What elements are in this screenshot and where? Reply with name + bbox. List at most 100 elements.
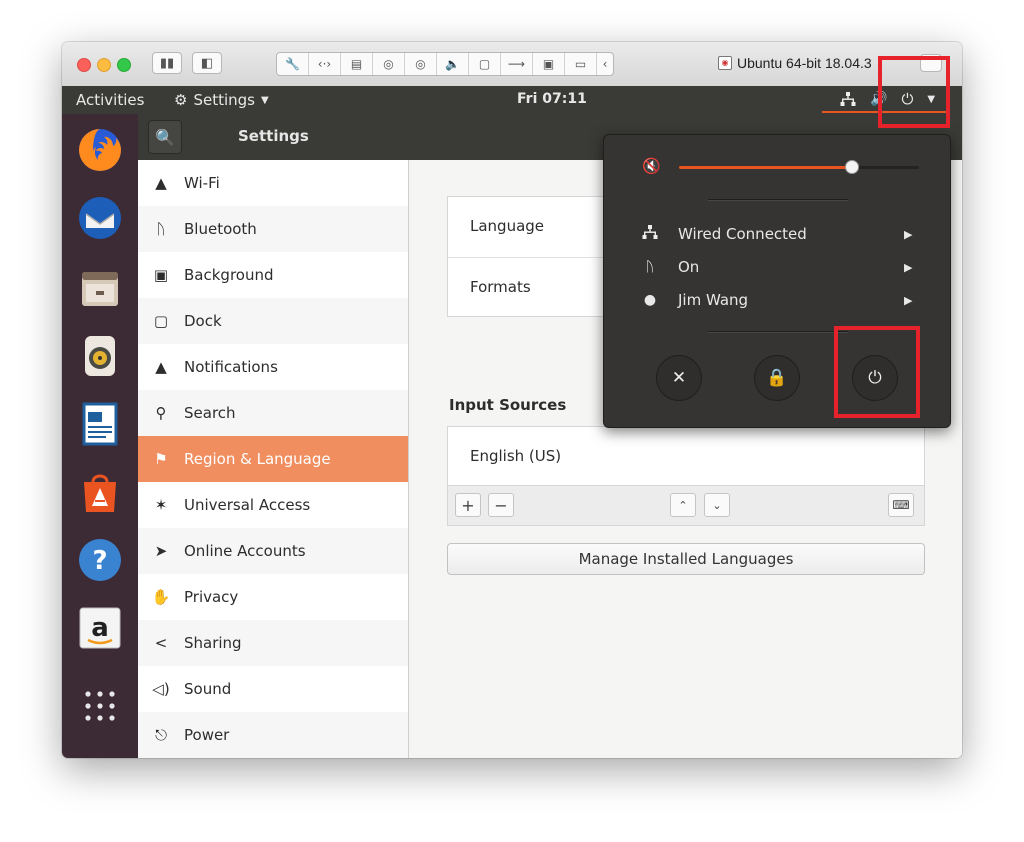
dock: ? a [62,114,138,758]
app-menu[interactable]: ⚙ Settings ▼ [174,91,269,109]
user-item[interactable]: ● Jim Wang ▶ [604,285,950,315]
input-sources-toolbar: + − ⌃ ⌄ ⌨ [447,486,925,526]
vm-window-title: ◉ Ubuntu 64-bit 18.04.3 [718,55,872,71]
settings-title: Settings [238,127,309,145]
caret-down-icon: ▼ [260,94,269,106]
sidebar-item-region-language[interactable]: ⚑ Region & Language [138,436,408,482]
rhythmbox-icon[interactable] [74,330,126,382]
camera-icon[interactable]: ◎ [405,53,437,75]
sidebar-item-notifications[interactable]: ▲ Notifications [138,344,408,390]
wired-connected-label: Wired Connected [678,225,807,243]
sidebar-item-universal-access[interactable]: ✶ Universal Access [138,482,408,528]
bluetooth-item[interactable]: ᚢ On ▶ [604,252,950,282]
svg-text:?: ? [92,546,107,576]
sidebar-item-search[interactable]: ⚲ Search [138,390,408,436]
search-icon: ⚲ [155,404,167,422]
software-center-icon[interactable] [74,466,126,518]
volume-slider-fill [679,166,852,169]
bluetooth-icon: ᚢ [156,220,166,238]
volume-slider-knob[interactable] [844,160,859,174]
formats-label: Formats [470,278,531,296]
remove-input-source-button[interactable]: − [488,493,514,517]
keyboard-layout-button[interactable]: ⌨ [888,493,914,517]
sidebar-item-sound[interactable]: ◁) Sound [138,666,408,712]
back-chevron-icon[interactable]: ‹ [597,53,613,75]
vm-toolbar: 🔧 ‹·› ▤ ◎ ◎ 🔈 ▢ ⟶ ▣ ▭ ‹ [276,52,614,76]
wrench-icon[interactable]: 🔧 [277,53,309,75]
lock-button[interactable]: 🔒 [754,355,800,401]
folder-icon[interactable]: ▭ [565,53,597,75]
menu-separator [708,199,848,201]
move-up-button[interactable]: ⌃ [670,493,696,517]
sidebar-item-label: Background [184,266,274,284]
snapshot-icon[interactable]: ◧ [192,52,222,74]
drive-icon[interactable]: ▤ [341,53,373,75]
highlight-box-tray [878,56,950,128]
sidebar-item-sharing[interactable]: < Sharing [138,620,408,666]
sidebar-item-label: Online Accounts [184,542,306,560]
submenu-arrow-icon: ▶ [904,260,913,274]
speaker-icon[interactable]: 🔈 [437,53,469,75]
top-panel: Activities ⚙ Settings ▼ Fri 07:11 🔊 ⏻ ▼ [62,86,962,114]
sidebar-item-label: Sound [184,680,232,698]
sidebar-item-wifi[interactable]: ▲ Wi-Fi [138,160,408,206]
camera-icon[interactable]: ◎ [373,53,405,75]
activities-button[interactable]: Activities [76,91,144,109]
gear-icon: ⚙ [174,91,188,109]
zoom-button[interactable] [117,58,131,72]
search-button[interactable]: 🔍 [148,120,182,154]
input-source-row[interactable]: English (US) [448,427,924,487]
close-button[interactable] [77,58,91,72]
input-source-label: English (US) [470,447,562,465]
usb-icon[interactable]: ⟶ [501,53,533,75]
wired-connected-item[interactable]: Wired Connected ▶ [604,219,950,249]
help-icon[interactable]: ? [74,534,126,586]
floppy-icon[interactable]: ▣ [533,53,565,75]
sidebar-item-label: Dock [184,312,222,330]
sidebar-item-label: Power [184,726,230,744]
firefox-icon[interactable] [74,124,126,176]
search-icon: 🔍 [155,127,175,147]
sidebar-item-online-accounts[interactable]: ➤ Online Accounts [138,528,408,574]
settings-icon: ✕ [671,368,687,388]
chevron-up-icon: ⌃ [678,498,688,512]
amazon-icon[interactable]: a [74,602,126,654]
sidebar-item-bluetooth[interactable]: ᚢ Bluetooth [138,206,408,252]
share-icon: < [154,634,168,652]
minimize-button[interactable] [97,58,111,72]
vm-icon: ◉ [718,56,732,70]
files-icon[interactable] [74,262,126,314]
show-applications-icon[interactable] [74,680,126,732]
vm-title-text: Ubuntu 64-bit 18.04.3 [737,55,872,71]
libreoffice-writer-icon[interactable] [74,398,126,450]
add-input-source-button[interactable]: + [455,493,481,517]
thunderbird-icon[interactable] [74,192,126,244]
clock[interactable]: Fri 07:11 [517,91,587,107]
highlight-box-power [834,326,920,418]
network-icon [640,224,660,244]
input-sources-heading: Input Sources [449,396,567,414]
vm-titlebar: ▮▮ ◧ 🔧 ‹·› ▤ ◎ ◎ 🔈 ▢ ⟶ ▣ ▭ ‹ ◉ Ubuntu 64… [62,42,962,87]
sidebar-item-label: Sharing [184,634,242,652]
sidebar-item-label: Bluetooth [184,220,257,238]
sidebar-item-power[interactable]: ⎋ Power [138,712,408,758]
sidebar-item-label: Privacy [184,588,239,606]
sidebar-toggle-icon[interactable]: ▮▮ [152,52,182,74]
move-down-button[interactable]: ⌄ [704,493,730,517]
wifi-icon: ▲ [155,174,167,192]
manage-installed-languages-button[interactable]: Manage Installed Languages [447,543,925,575]
sidebar-item-dock[interactable]: ▢ Dock [138,298,408,344]
code-arrows-icon[interactable]: ‹·› [309,53,341,75]
settings-action-button[interactable]: ✕ [656,355,702,401]
volume-muted-icon: 🔇 [642,157,661,175]
volume-slider[interactable] [679,160,919,174]
sidebar-item-background[interactable]: ▣ Background [138,252,408,298]
chevron-down-icon: ⌄ [712,498,722,512]
app-menu-label: Settings [193,91,255,109]
hand-icon: ✋ [151,588,171,606]
menu-separator [708,331,848,333]
bluetooth-icon: ᚢ [645,259,655,275]
sidebar-item-privacy[interactable]: ✋ Privacy [138,574,408,620]
settings-sidebar: ▲ Wi-Fi ᚢ Bluetooth ▣ Background ▢ Dock ▲ Not… [138,160,409,758]
video-icon[interactable]: ▢ [469,53,501,75]
